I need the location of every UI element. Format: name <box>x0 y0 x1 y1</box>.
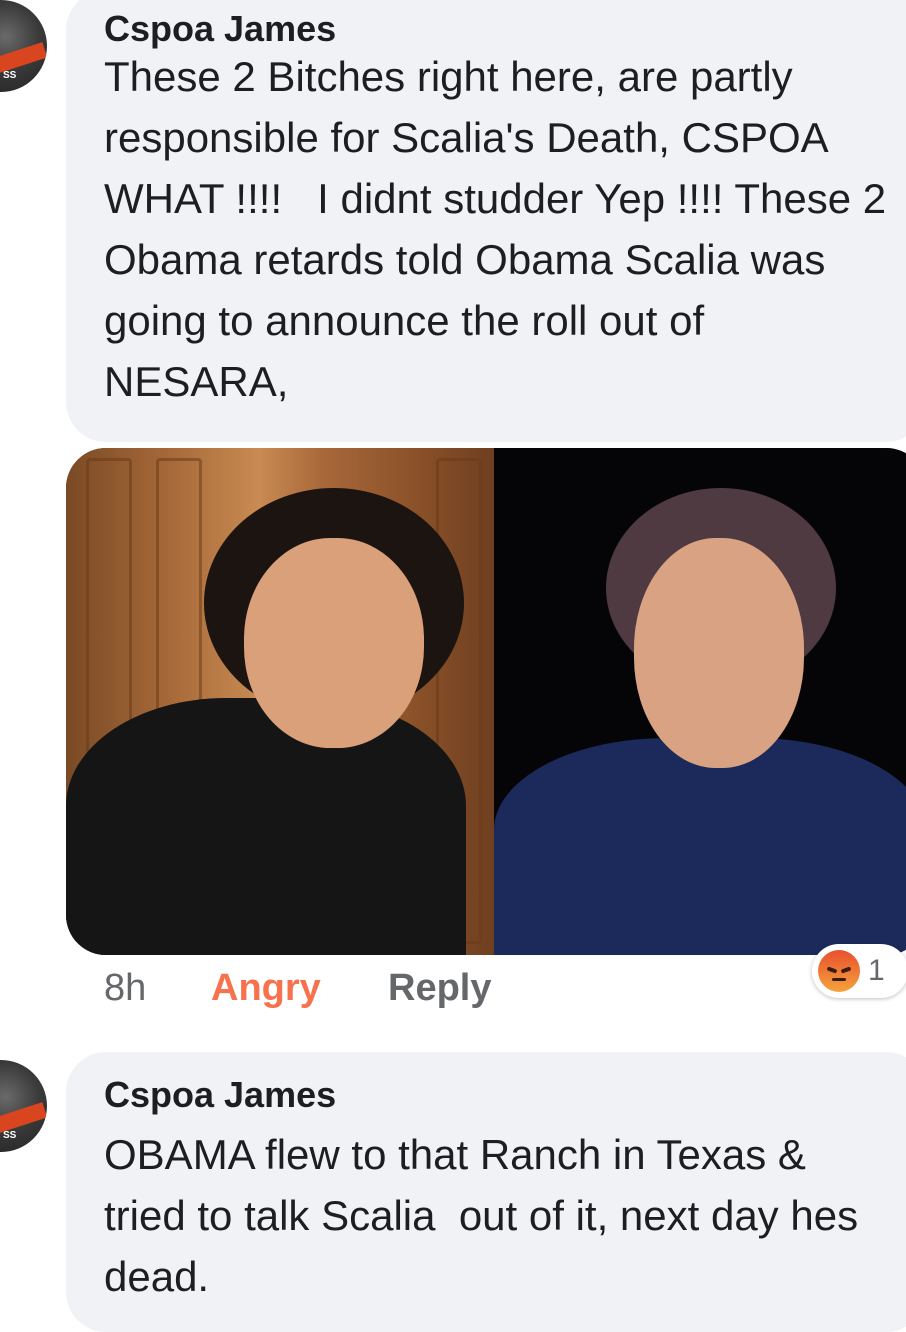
reply-button[interactable]: Reply <box>388 967 491 1010</box>
comment-bubble: Cspoa James These 2 Bitches right here, … <box>66 0 906 442</box>
photo-left-panel <box>66 448 494 955</box>
reaction-count: 1 <box>868 954 885 987</box>
comment-attached-photo[interactable] <box>66 448 906 955</box>
comment-author[interactable]: Cspoa James <box>104 1074 336 1116</box>
commenter-avatar[interactable]: SS <box>0 0 47 92</box>
comment-text: OBAMA flew to that Ranch in Texas & trie… <box>104 1131 870 1300</box>
reaction-summary[interactable]: 1 <box>812 944 906 998</box>
comment-time[interactable]: 8h <box>104 967 146 1010</box>
commenter-avatar[interactable]: SS <box>0 1060 47 1152</box>
comment-text: These 2 Bitches right here, are partly r… <box>104 53 898 405</box>
comment-author[interactable]: Cspoa James <box>104 8 336 50</box>
angry-reaction-button[interactable]: Angry <box>211 967 321 1010</box>
comment-bubble: Cspoa James OBAMA flew to that Ranch in … <box>66 1052 906 1332</box>
photo-right-panel <box>494 448 906 955</box>
angry-emoji-icon <box>818 950 860 992</box>
